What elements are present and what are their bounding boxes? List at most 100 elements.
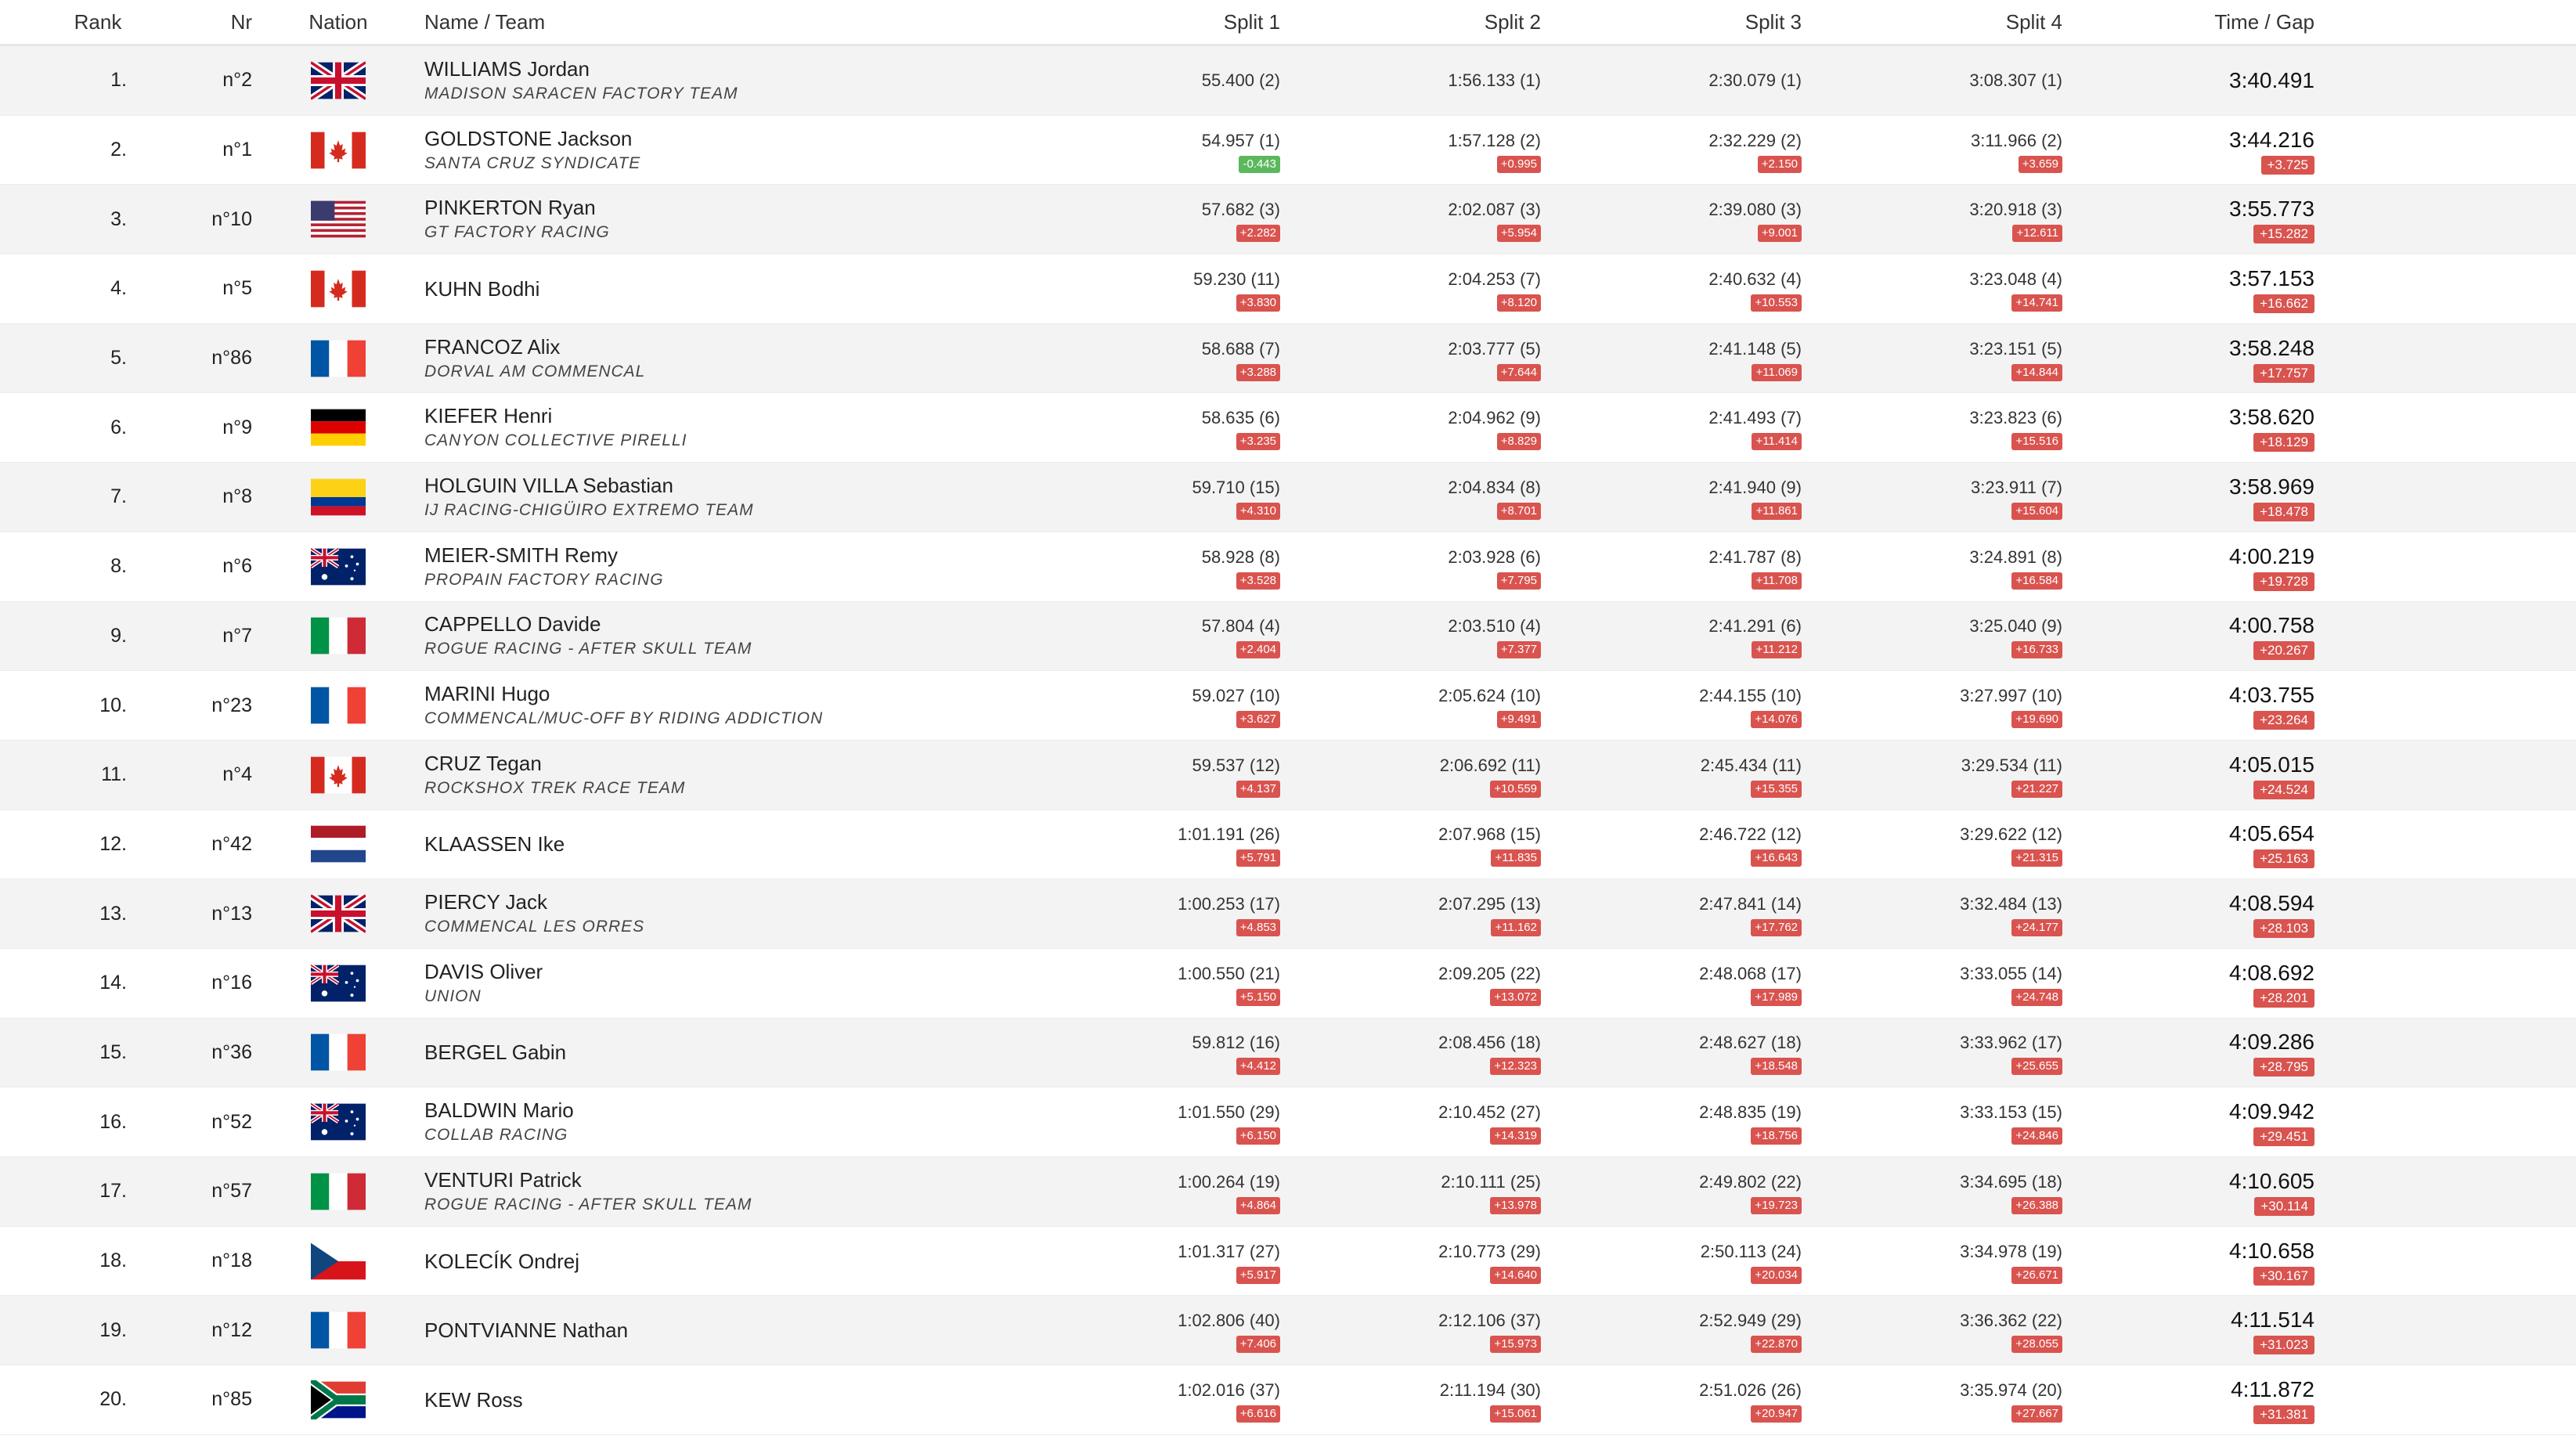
- split4-time: 3:32.484 (13): [1960, 894, 2062, 914]
- table-row[interactable]: 3. n°10 PINKERTON Ryan GT FACTORY RACING…: [0, 185, 2576, 255]
- split1-gap-badge: +4.853: [1236, 919, 1280, 937]
- de-flag-icon: [311, 408, 366, 447]
- split4-time: 3:08.307 (1): [1969, 70, 2062, 90]
- rider-name[interactable]: GOLDSTONE Jackson: [424, 125, 1019, 152]
- table-row[interactable]: 20. n°85 KEW Ross 1:02.016 (37) +6.616 2…: [0, 1365, 2576, 1435]
- nation-cell: [252, 546, 424, 586]
- table-row[interactable]: 9. n°7 CAPPELLO Davide ROGUE RACING - AF…: [0, 601, 2576, 672]
- header-nation[interactable]: Nation: [252, 10, 424, 34]
- split2-cell: 2:06.692 (11) +10.559: [1280, 752, 1541, 798]
- header-time-gap[interactable]: Time / Gap: [2062, 10, 2314, 34]
- split1-time: 58.688 (7): [1201, 338, 1280, 359]
- split2-gap-badge: +14.319: [1490, 1127, 1541, 1145]
- header-split2[interactable]: Split 2: [1280, 10, 1541, 34]
- table-row[interactable]: 11. n°4 CRUZ Tegan ROCKSHOX TREK RACE TE…: [0, 740, 2576, 810]
- rider-name[interactable]: BERGEL Gabin: [424, 1039, 1019, 1066]
- split2-cell: 1:56.133 (1): [1280, 67, 1541, 94]
- table-row[interactable]: 18. n°18 KOLECÍK Ondrej 1:01.317 (27) +5…: [0, 1226, 2576, 1297]
- rider-name[interactable]: PINKERTON Ryan: [424, 194, 1019, 221]
- split2-cell: 2:11.194 (30) +15.061: [1280, 1377, 1541, 1423]
- split2-cell: 2:02.087 (3) +5.954: [1280, 197, 1541, 243]
- ca-flag-icon: [311, 131, 366, 170]
- table-row[interactable]: 4. n°5 KUHN Bodhi 59.230 (11) +3.830 2:0…: [0, 254, 2576, 324]
- finish-gap-badge: +24.524: [2253, 780, 2314, 799]
- split2-gap-badge: +11.835: [1491, 849, 1541, 867]
- nation-cell: [252, 269, 424, 308]
- split1-cell: 58.688 (7) +3.288: [1019, 336, 1280, 381]
- rider-name[interactable]: KLAASSEN Ike: [424, 831, 1019, 857]
- rider-name[interactable]: KUHN Bodhi: [424, 276, 1019, 302]
- header-split3[interactable]: Split 3: [1541, 10, 1802, 34]
- table-row[interactable]: 10. n°23 MARINI Hugo COMMENCAL/MUC-OFF B…: [0, 671, 2576, 741]
- header-split1[interactable]: Split 1: [1019, 10, 1280, 34]
- table-row[interactable]: 1. n°2 WILLIAMS Jordan MADISON SARACEN F…: [0, 46, 2576, 116]
- table-row[interactable]: 14. n°16 DAVIS Oliver UNION 1:00.550 (21…: [0, 948, 2576, 1019]
- finish-time: 4:00.219: [2229, 543, 2314, 568]
- finish-time: 4:05.015: [2229, 752, 2314, 777]
- rider-name[interactable]: DAVIS Oliver: [424, 958, 1019, 985]
- split1-time: 59.230 (11): [1193, 269, 1280, 289]
- gb-flag-icon: [311, 894, 366, 934]
- table-row[interactable]: 17. n°57 VENTURI Patrick ROGUE RACING - …: [0, 1157, 2576, 1227]
- rider-name[interactable]: CRUZ Tegan: [424, 750, 1019, 777]
- split1-cell: 1:01.191 (26) +5.791: [1019, 821, 1280, 867]
- header-split4[interactable]: Split 4: [1802, 10, 2062, 34]
- table-row[interactable]: 7. n°8 HOLGUIN VILLA Sebastian IJ RACING…: [0, 463, 2576, 532]
- rider-name[interactable]: MARINI Hugo: [424, 680, 1019, 707]
- header-rank[interactable]: Rank: [0, 10, 196, 34]
- rider-name[interactable]: BALDWIN Mario: [424, 1097, 1019, 1123]
- rider-name[interactable]: WILLIAMS Jordan: [424, 56, 1019, 82]
- table-row[interactable]: 8. n°6 MEIER-SMITH Remy PROPAIN FACTORY …: [0, 532, 2576, 602]
- split1-gap-badge: +4.412: [1236, 1058, 1280, 1076]
- table-row[interactable]: 6. n°9 KIEFER Henri CANYON COLLECTIVE PI…: [0, 393, 2576, 463]
- bib-number: n°1: [222, 139, 252, 161]
- rider-name[interactable]: FRANCOZ Alix: [424, 334, 1019, 360]
- split2-cell: 2:10.111 (25) +13.978: [1280, 1169, 1541, 1214]
- rider-name[interactable]: KIEFER Henri: [424, 402, 1019, 429]
- nation-cell: [252, 616, 424, 655]
- table-row[interactable]: 5. n°86 FRANCOZ Alix DORVAL AM COMMENCAL…: [0, 323, 2576, 394]
- split1-cell: 57.682 (3) +2.282: [1019, 197, 1280, 243]
- split3-time: 2:48.627 (18): [1699, 1033, 1802, 1053]
- split2-gap-badge: +5.954: [1496, 225, 1541, 243]
- nl-flag-icon: [311, 824, 366, 864]
- header-name-team[interactable]: Name / Team: [424, 10, 1019, 34]
- split4-cell: 3:23.911 (7) +15.604: [1802, 474, 2062, 520]
- fr-flag-icon: [311, 1311, 366, 1350]
- table-row[interactable]: 12. n°42 KLAASSEN Ike 1:01.191 (26) +5.7…: [0, 810, 2576, 880]
- split4-cell: 3:11.966 (2) +3.659: [1802, 128, 2062, 173]
- finish-time: 3:58.620: [2229, 405, 2314, 430]
- rank-cell: 16.: [99, 1110, 127, 1133]
- split2-gap-badge: +0.995: [1496, 155, 1541, 173]
- table-row[interactable]: 13. n°13 PIERCY Jack COMMENCAL LES ORRES…: [0, 879, 2576, 949]
- split3-time: 2:30.079 (1): [1708, 70, 1802, 90]
- split4-gap-badge: +21.227: [2011, 780, 2062, 798]
- split3-cell: 2:48.835 (19) +18.756: [1541, 1099, 1802, 1145]
- header-nr[interactable]: Nr: [196, 10, 252, 34]
- split3-time: 2:44.155 (10): [1699, 686, 1802, 706]
- rider-name[interactable]: KOLECÍK Ondrej: [424, 1248, 1019, 1275]
- rider-name[interactable]: CAPPELLO Davide: [424, 611, 1019, 637]
- split3-gap-badge: +20.034: [1751, 1266, 1802, 1284]
- team-name: CANYON COLLECTIVE PIRELLI: [424, 431, 687, 450]
- table-row[interactable]: 19. n°12 PONTVIANNE Nathan 1:02.806 (40)…: [0, 1296, 2576, 1366]
- name-team-cell: MEIER-SMITH Remy PROPAIN FACTORY RACING: [424, 542, 1019, 592]
- name-team-cell: WILLIAMS Jordan MADISON SARACEN FACTORY …: [424, 56, 1019, 106]
- rank-cell: 18.: [99, 1250, 127, 1272]
- split1-cell: 59.230 (11) +3.830: [1019, 266, 1280, 312]
- split1-gap-badge: +4.310: [1236, 502, 1280, 520]
- rider-name[interactable]: PIERCY Jack: [424, 889, 1019, 915]
- table-row[interactable]: 2. n°1 GOLDSTONE Jackson SANTA CRUZ SYND…: [0, 115, 2576, 186]
- split4-gap-badge: +25.655: [2011, 1058, 2062, 1076]
- finish-time: 3:44.216: [2229, 127, 2314, 152]
- split1-gap-badge: +6.150: [1236, 1127, 1280, 1145]
- rider-name[interactable]: MEIER-SMITH Remy: [424, 542, 1019, 568]
- rider-name[interactable]: PONTVIANNE Nathan: [424, 1317, 1019, 1343]
- split2-cell: 2:10.452 (27) +14.319: [1280, 1099, 1541, 1145]
- name-team-cell: GOLDSTONE Jackson SANTA CRUZ SYNDICATE: [424, 125, 1019, 175]
- rider-name[interactable]: HOLGUIN VILLA Sebastian: [424, 472, 1019, 499]
- rider-name[interactable]: KEW Ross: [424, 1387, 1019, 1413]
- table-row[interactable]: 16. n°52 BALDWIN Mario COLLAB RACING 1:0…: [0, 1087, 2576, 1157]
- rider-name[interactable]: VENTURI Patrick: [424, 1167, 1019, 1193]
- table-row[interactable]: 15. n°36 BERGEL Gabin 59.812 (16) +4.412…: [0, 1018, 2576, 1088]
